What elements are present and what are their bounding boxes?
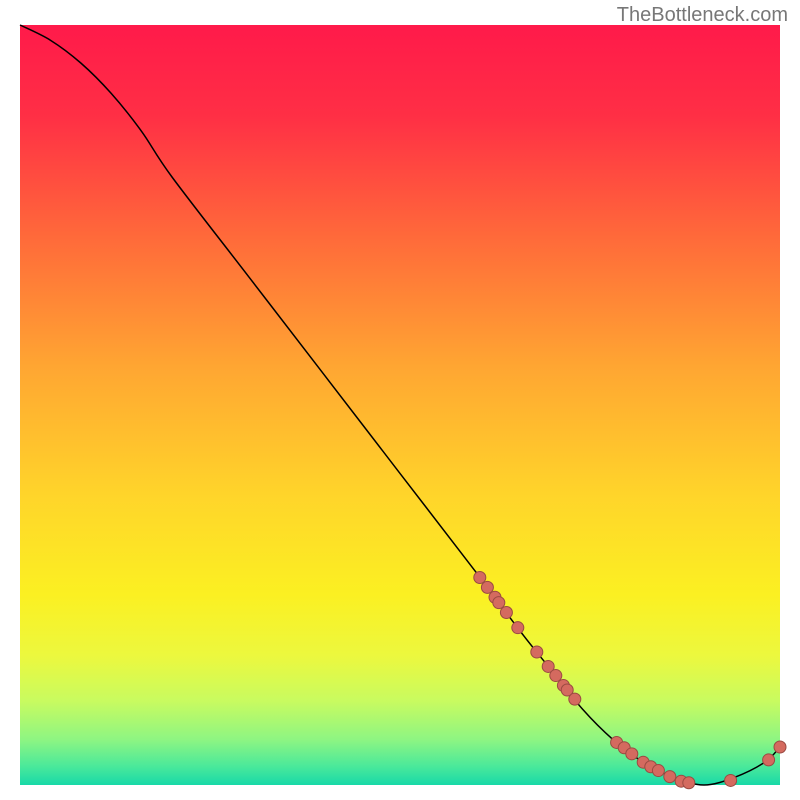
chart-foreground [20, 25, 780, 785]
data-marker [474, 572, 486, 584]
data-markers-group [474, 572, 786, 789]
data-marker [493, 597, 505, 609]
bottleneck-curve-line [20, 25, 780, 785]
watermark-text: TheBottleneck.com [617, 4, 788, 27]
data-marker [774, 741, 786, 753]
data-marker [763, 754, 775, 766]
data-marker [550, 670, 562, 682]
data-marker [664, 771, 676, 783]
data-marker [569, 693, 581, 705]
chart-plot-area [20, 25, 780, 785]
data-marker [725, 774, 737, 786]
data-marker [512, 622, 524, 634]
data-marker [652, 765, 664, 777]
data-marker [481, 581, 493, 593]
data-marker [531, 646, 543, 658]
data-marker [683, 777, 695, 789]
data-marker [626, 748, 638, 760]
data-marker [500, 606, 512, 618]
